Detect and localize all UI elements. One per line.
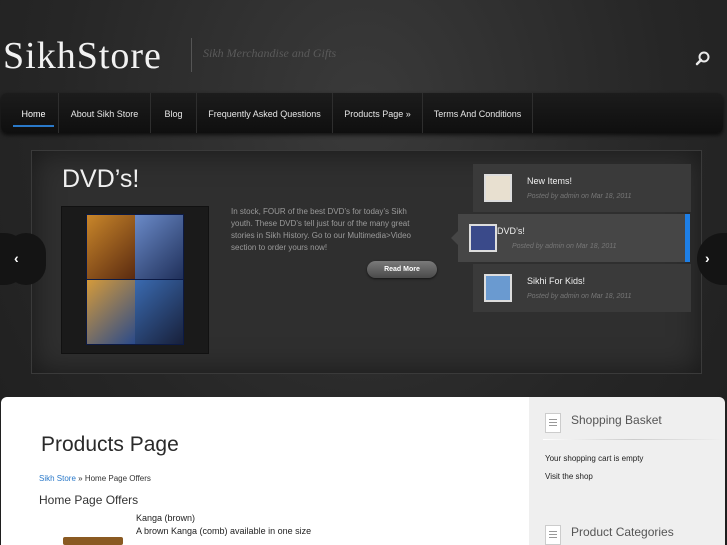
main-nav: Home About Sikh Store Blog Frequently As… [1, 93, 723, 133]
product-image[interactable] [63, 537, 123, 545]
cart-empty-text: Your shopping cart is empty [545, 454, 644, 463]
dvd-collage-image [86, 214, 184, 345]
breadcrumb-current: Home Page Offers [84, 474, 151, 483]
slide-description: In stock, FOUR of the best DVD’s for tod… [231, 207, 412, 252]
slide-title: DVD’s! [62, 165, 140, 193]
chevron-right-icon: › [705, 250, 710, 266]
slide-list-item-active[interactable]: DVD’s! Posted by admin on Mar 18, 2011 [451, 214, 690, 262]
breadcrumb-home-link[interactable]: Sikh Store [39, 474, 76, 483]
main-content: Products Page Sikh Store » Home Page Off… [1, 397, 531, 545]
slide-list-item[interactable]: New Items! Posted by admin on Mar 18, 20… [473, 164, 691, 212]
slide-thumbnail [469, 224, 497, 252]
slide-item-title: DVD’s! [497, 226, 525, 236]
document-icon [545, 525, 561, 545]
read-more-button[interactable]: Read More [367, 261, 437, 278]
slide-item-title: New Items! [527, 176, 573, 186]
product-description: A brown Kanga (comb) available in one si… [136, 526, 312, 536]
widget-divider [543, 439, 723, 440]
nav-item-blog[interactable]: Blog [151, 93, 197, 133]
site-logo[interactable]: SikhStore [3, 32, 162, 80]
slide-list-item[interactable]: Sikhi For Kids! Posted by admin on Mar 1… [473, 264, 691, 312]
nav-item-home[interactable]: Home [9, 93, 59, 133]
search-icon[interactable] [694, 50, 712, 68]
breadcrumb: Sikh Store » Home Page Offers [39, 474, 151, 483]
page-title: Products Page [41, 433, 179, 456]
nav-item-about[interactable]: About Sikh Store [59, 93, 151, 133]
slide-thumbnail [484, 274, 512, 302]
slide-thumbnail [484, 174, 512, 202]
nav-item-terms[interactable]: Terms And Conditions [423, 93, 533, 133]
nav-item-faq[interactable]: Frequently Asked Questions [197, 93, 333, 133]
slider-prev-button[interactable]: ‹ [0, 233, 46, 285]
logo-divider [191, 38, 192, 72]
shopping-basket-title: Shopping Basket [571, 413, 662, 427]
featured-slider: DVD’s! In stock, FOUR of the best DVD’s … [31, 150, 702, 374]
sidebar: Shopping Basket Your shopping cart is em… [529, 397, 725, 545]
breadcrumb-separator: » [75, 474, 85, 483]
slide-item-meta: Posted by admin on Mar 18, 2011 [527, 193, 632, 200]
section-title: Home Page Offers [39, 493, 139, 507]
product-name[interactable]: Kanga (brown) [136, 513, 195, 523]
site-header: SikhStore Sikh Merchandise and Gifts [0, 0, 727, 92]
nav-item-products[interactable]: Products Page » [333, 93, 423, 133]
slide-item-title: Sikhi For Kids! [527, 276, 586, 286]
visit-shop-link[interactable]: Visit the shop [545, 472, 593, 481]
slide-item-meta: Posted by admin on Mar 18, 2011 [527, 293, 632, 300]
site-tagline: Sikh Merchandise and Gifts [203, 46, 337, 60]
slide-image-frame [61, 206, 209, 354]
product-categories-title: Product Categories [571, 525, 674, 539]
slide-list: New Items! Posted by admin on Mar 18, 20… [451, 164, 691, 312]
document-icon [545, 413, 561, 433]
chevron-left-icon: ‹ [14, 250, 19, 266]
slide-item-meta: Posted by admin on Mar 18, 2011 [512, 243, 617, 250]
